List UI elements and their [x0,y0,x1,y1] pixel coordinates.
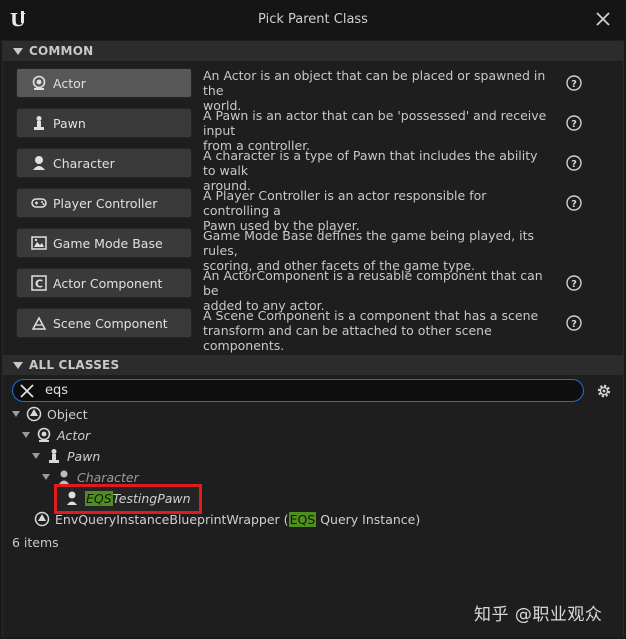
player-controller-class-button[interactable]: Player Controller [16,188,192,218]
common-section-label: COMMON [29,44,94,58]
scene-component-icon [31,315,47,331]
expand-arrow-icon[interactable] [42,474,50,480]
svg-text:C: C [35,278,43,291]
window-title: Pick Parent Class [258,12,368,27]
all-classes-section-header[interactable]: ALL CLASSES [2,355,624,375]
search-match-highlight: EQS [85,490,113,506]
game-mode-base-description: Game Mode Base defines the game being pl… [203,228,534,273]
scene-component-description: A Scene Component is a component that ha… [203,308,539,353]
common-section-header[interactable]: COMMON [2,41,624,61]
tree-item-eqs-testing-pawn[interactable]: EQSTestingPawn [64,488,191,508]
pawn-icon [31,115,47,131]
svg-text:?: ? [571,159,577,170]
game-mode-icon [31,235,47,251]
svg-text:?: ? [571,319,577,330]
help-icon[interactable]: ? [566,195,582,211]
actor-icon [31,75,47,91]
tree-item-label: EQSTestingPawn [85,490,191,506]
watermark-text: 知乎 @职业观众 [474,605,603,625]
svg-text:?: ? [571,279,577,290]
tree-item-actor[interactable]: Actor [22,425,90,445]
svg-text:?: ? [571,119,577,130]
svg-text:?: ? [571,199,577,210]
tree-item-label: Pawn [67,448,101,464]
pawn-class-button[interactable]: Pawn [16,108,192,138]
actor-description: An Actor is an object that can be placed… [203,68,546,113]
object-icon [26,406,42,422]
class-search-input[interactable]: eqs [12,379,584,402]
actor-icon [36,427,52,443]
title-bar: U Pick Parent Class [0,0,626,40]
common-class-row-actor-component: C Actor Component An ActorComponent is a… [16,268,596,313]
pawn-icon [46,448,62,464]
svg-text:?: ? [571,79,577,90]
player-controller-description: A Player Controller is an actor responsi… [203,188,487,233]
actor-component-description: An ActorComponent is a reusable componen… [203,268,543,313]
clear-search-icon[interactable] [19,383,35,399]
common-class-row-actor: Actor An Actor is an object that can be … [16,68,596,113]
character-icon [56,469,72,485]
scene-component-class-button[interactable]: Scene Component [16,308,192,338]
pawn-class-label: Pawn [53,115,86,131]
expand-arrow-icon[interactable] [22,432,30,438]
common-class-row-character: Character A character is a type of Pawn … [16,148,596,193]
actor-class-label: Actor [53,75,86,91]
all-classes-section-label: ALL CLASSES [29,358,120,372]
common-class-row-scene-component: Scene Component A Scene Component is a c… [16,308,596,353]
character-icon [31,155,47,171]
character-class-button[interactable]: Character [16,148,192,178]
help-icon[interactable]: ? [566,275,582,291]
common-class-row-pawn: Pawn A Pawn is an actor that can be 'pos… [16,108,596,153]
search-match-highlight: EQS [288,511,317,527]
actor-class-button[interactable]: Actor [16,68,192,98]
character-class-label: Character [53,155,115,171]
game-mode-base-class-label: Game Mode Base [53,235,163,251]
item-count: 6 items [12,535,59,550]
tree-item-label: Object [47,406,88,422]
common-class-row-player-controller: Player Controller A Player Controller is… [16,188,596,233]
tree-item-object[interactable]: Object [12,404,88,424]
expand-arrow-icon[interactable] [12,411,20,417]
actor-component-icon: C [31,275,47,291]
pawn-description: A Pawn is an actor that can be 'possesse… [203,108,547,153]
help-icon[interactable]: ? [566,75,582,91]
gear-icon[interactable] [595,382,613,400]
object-icon [34,511,50,527]
tree-item-label: Actor [57,427,91,443]
collapse-arrow-icon [13,47,23,55]
character-icon [64,490,80,506]
game-mode-base-class-button[interactable]: Game Mode Base [16,228,192,258]
tree-item-pawn[interactable]: Pawn [32,446,100,466]
actor-component-class-label: Actor Component [53,275,163,291]
help-icon[interactable]: ? [566,115,582,131]
tree-item-env-query-instance[interactable]: EnvQueryInstanceBlueprintWrapper (EQS Qu… [34,509,420,529]
character-description: A character is a type of Pawn that inclu… [203,148,538,193]
player-controller-class-label: Player Controller [53,195,158,211]
scene-component-class-label: Scene Component [53,315,168,331]
actor-component-class-button[interactable]: C Actor Component [16,268,192,298]
common-class-row-game-mode-base: Game Mode Base Game Mode Base defines th… [16,228,596,273]
tree-item-label: Character [77,469,139,485]
tree-item-label: EnvQueryInstanceBlueprintWrapper (EQS Qu… [55,511,421,527]
collapse-arrow-icon [13,361,23,369]
expand-arrow-icon[interactable] [32,453,40,459]
gamepad-icon [31,195,47,211]
search-value: eqs [45,383,69,398]
help-icon[interactable]: ? [566,155,582,171]
help-icon[interactable]: ? [566,315,582,331]
close-icon[interactable] [594,10,612,28]
